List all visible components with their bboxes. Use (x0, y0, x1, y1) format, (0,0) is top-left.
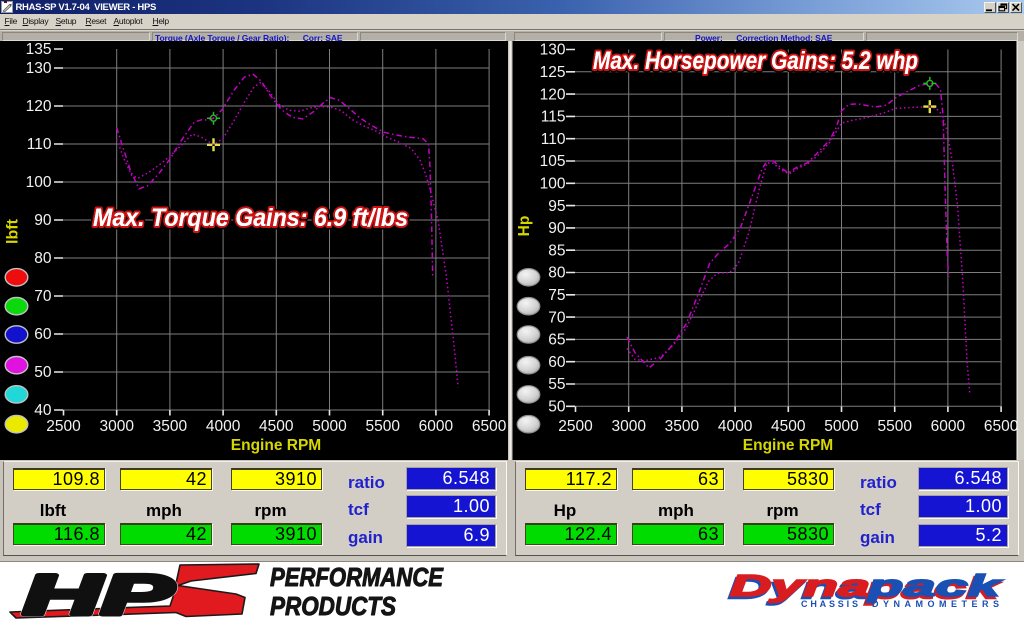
svg-text:4500: 4500 (259, 418, 294, 435)
svg-text:55: 55 (548, 376, 565, 393)
svg-text:5000: 5000 (312, 418, 347, 435)
svg-text:40: 40 (34, 402, 52, 419)
svg-text:Dyna: Dyna (730, 568, 870, 603)
svg-text:115: 115 (541, 109, 566, 126)
svg-text:85: 85 (548, 242, 565, 259)
svg-text:120: 120 (540, 86, 566, 103)
svg-text:Engine RPM: Engine RPM (743, 437, 833, 454)
svg-text:3000: 3000 (611, 418, 646, 435)
svg-text:80: 80 (34, 250, 52, 267)
svg-text:110: 110 (27, 136, 52, 153)
svg-text:50: 50 (548, 399, 566, 416)
svg-text:90: 90 (548, 220, 566, 237)
svg-text:5500: 5500 (365, 418, 400, 435)
svg-text:Hp: Hp (516, 216, 533, 237)
svg-text:70: 70 (548, 309, 566, 326)
svg-text:130: 130 (540, 42, 566, 59)
svg-text:5000: 5000 (824, 418, 859, 435)
svg-text:3000: 3000 (99, 418, 134, 435)
svg-text:5500: 5500 (877, 418, 912, 435)
svg-text:6500: 6500 (984, 418, 1019, 435)
svg-text:125: 125 (540, 64, 566, 81)
svg-text:6000: 6000 (419, 418, 454, 435)
svg-text:75: 75 (548, 287, 565, 304)
svg-text:90: 90 (34, 212, 52, 229)
svg-text:6000: 6000 (931, 418, 966, 435)
svg-text:95: 95 (548, 198, 565, 215)
svg-text:60: 60 (548, 354, 566, 371)
svg-text:2500: 2500 (46, 418, 81, 435)
svg-text:110: 110 (541, 131, 566, 148)
svg-text:4000: 4000 (718, 418, 753, 435)
svg-text:100: 100 (540, 176, 566, 193)
svg-text:4500: 4500 (771, 418, 806, 435)
svg-text:Engine RPM: Engine RPM (231, 437, 321, 454)
svg-text:lbft: lbft (5, 218, 22, 244)
svg-text:2500: 2500 (558, 418, 593, 435)
svg-text:120: 120 (26, 98, 52, 115)
svg-text:PERFORMANCE: PERFORMANCE (270, 562, 444, 592)
svg-text:60: 60 (34, 326, 52, 343)
svg-text:Max. Horsepower Gains: 5.2 wh: Max. Horsepower Gains: 5.2 whp (593, 47, 918, 75)
svg-text:3500: 3500 (153, 418, 188, 435)
svg-text:3500: 3500 (665, 418, 700, 435)
svg-text:100: 100 (26, 174, 52, 191)
svg-text:PRODUCTS: PRODUCTS (270, 591, 397, 621)
svg-text:pack: pack (866, 568, 1003, 603)
svg-text:130: 130 (26, 60, 52, 77)
svg-text:80: 80 (548, 265, 566, 282)
svg-text:70: 70 (34, 288, 52, 305)
svg-text:50: 50 (34, 364, 52, 381)
svg-text:65: 65 (548, 332, 565, 349)
svg-text:HP: HP (23, 563, 175, 621)
svg-text:135: 135 (26, 41, 52, 58)
svg-text:Max. Torque Gains: 6.9 ft/lbs: Max. Torque Gains: 6.9 ft/lbs (93, 204, 408, 232)
svg-text:6500: 6500 (472, 418, 507, 435)
svg-text:105: 105 (540, 153, 566, 170)
svg-text:4000: 4000 (206, 418, 241, 435)
